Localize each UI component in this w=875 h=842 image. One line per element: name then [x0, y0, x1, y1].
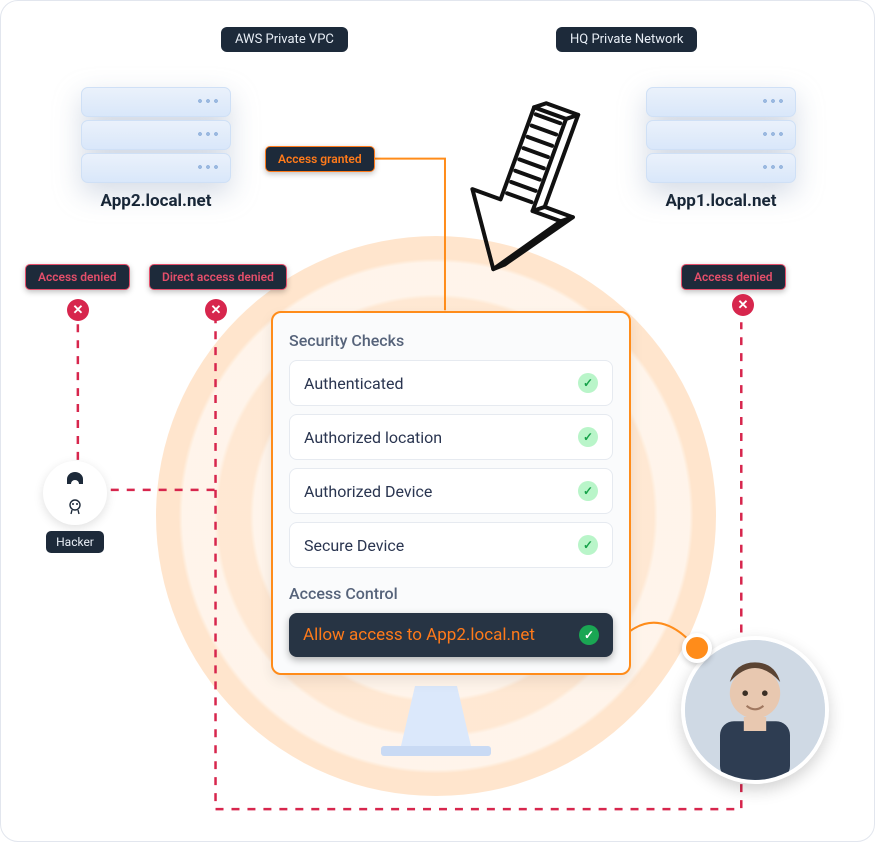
connection-dot	[682, 633, 712, 663]
allow-label: Allow access to App2.local.net	[303, 625, 535, 645]
hacker: Hacker	[43, 461, 107, 553]
check-label: Secure Device	[304, 536, 404, 555]
server-app1: App1.local.net	[646, 87, 796, 211]
chip-access-denied-right: Access denied	[681, 264, 786, 290]
close-icon: ✕	[205, 299, 227, 321]
check-icon: ✓	[578, 481, 598, 501]
check-icon: ✓	[578, 535, 598, 555]
check-row-secure-device: Secure Device ✓	[289, 522, 613, 568]
server-label: App2.local.net	[81, 191, 231, 211]
hacker-label: Hacker	[46, 531, 104, 553]
security-card: Security Checks Authenticated ✓ Authoriz…	[271, 311, 631, 675]
check-label: Authorized Device	[304, 482, 432, 501]
check-label: Authenticated	[304, 374, 403, 393]
check-icon: ✓	[578, 427, 598, 447]
security-checks-title: Security Checks	[289, 331, 613, 350]
server-icon	[646, 87, 796, 183]
server-app2: App2.local.net	[81, 87, 231, 211]
check-icon: ✓	[578, 373, 598, 393]
monitor-stand	[381, 686, 491, 766]
check-row-authorized-device: Authorized Device ✓	[289, 468, 613, 514]
zone-label-hq: HQ Private Network	[556, 27, 697, 52]
check-label: Authorized location	[304, 428, 442, 447]
server-icon	[81, 87, 231, 183]
access-control-title: Access Control	[289, 584, 613, 603]
check-row-authorized-location: Authorized location ✓	[289, 414, 613, 460]
server-label: App1.local.net	[646, 191, 796, 211]
hacker-icon	[43, 461, 107, 525]
close-icon: ✕	[732, 294, 754, 316]
diagram-canvas: AWS Private VPC HQ Private Network App2.…	[0, 0, 875, 842]
chip-direct-access-denied: Direct access denied	[149, 264, 287, 290]
check-icon: ✓	[579, 625, 599, 645]
zone-label-vpc: AWS Private VPC	[221, 27, 348, 52]
close-icon: ✕	[67, 299, 89, 321]
arrow-icon	[427, 80, 616, 307]
chip-access-denied-left: Access denied	[25, 264, 130, 290]
allow-bar: Allow access to App2.local.net ✓	[289, 613, 613, 657]
check-row-authenticated: Authenticated ✓	[289, 360, 613, 406]
chip-access-granted: Access granted	[265, 146, 375, 172]
